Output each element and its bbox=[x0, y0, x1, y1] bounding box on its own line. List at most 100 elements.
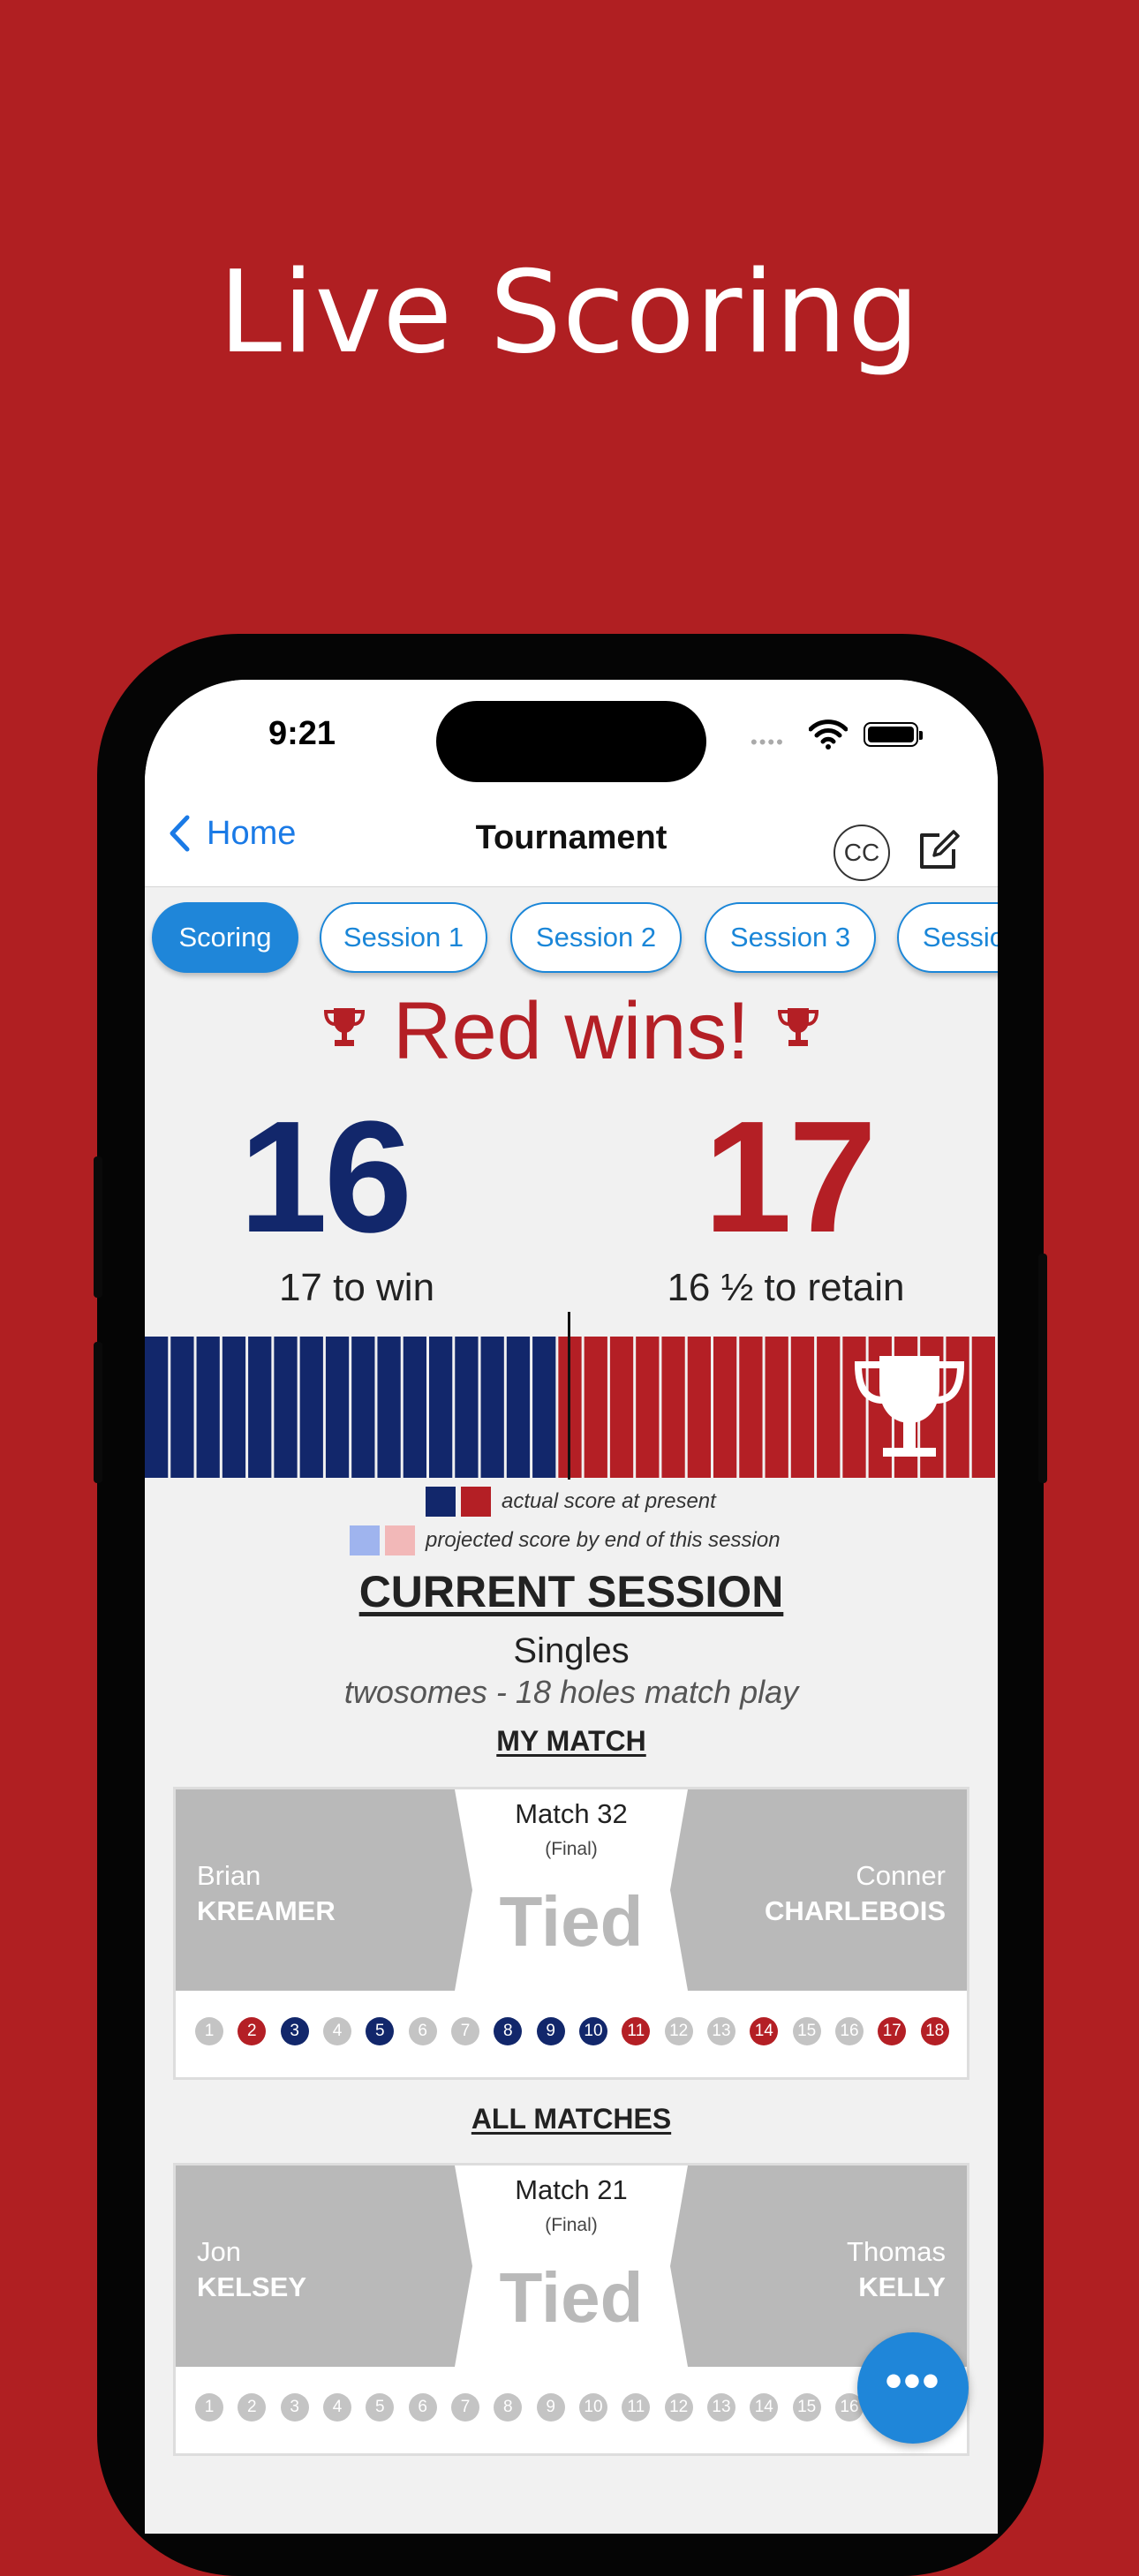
hole-dot: 1 bbox=[195, 2393, 223, 2422]
score-segment-red bbox=[765, 1337, 788, 1478]
hole-dot: 15 bbox=[792, 2017, 821, 2045]
hole-dot: 2 bbox=[238, 2017, 267, 2045]
score-segment-blue bbox=[196, 1337, 220, 1478]
score-segment-red bbox=[946, 1337, 969, 1478]
hole-dot: 9 bbox=[536, 2017, 565, 2045]
hole-dot: 3 bbox=[280, 2393, 309, 2422]
hole-dot: 10 bbox=[579, 2017, 607, 2045]
hole-dot: 11 bbox=[622, 2393, 651, 2422]
signal-icon: •••• bbox=[751, 731, 785, 753]
blue-score-caption: 17 to win bbox=[278, 1266, 435, 1309]
score-segment-blue bbox=[506, 1337, 531, 1478]
match-card-my-match[interactable]: Brian KREAMER Conner CHARLEBOIS Match 32… bbox=[173, 1787, 969, 2080]
score-segment-red bbox=[661, 1337, 685, 1478]
match-title: Match 21 bbox=[515, 2174, 628, 2205]
hole-dot: 7 bbox=[451, 2017, 479, 2045]
hole-dot: 16 bbox=[835, 2017, 864, 2045]
tab-session-2[interactable]: Session 2 bbox=[510, 902, 682, 973]
win-threshold-line bbox=[568, 1312, 570, 1480]
hole-dot: 8 bbox=[494, 2017, 523, 2045]
my-match-heading: MY MATCH bbox=[496, 1725, 646, 1757]
hole-results: 1 2 3 4 5 6 7 8 9 10 11 12 13 14 15 16 bbox=[188, 2393, 956, 2425]
score-segment-blue bbox=[274, 1337, 298, 1478]
score-segment-red bbox=[817, 1337, 841, 1478]
legend-swatch-blue bbox=[426, 1487, 456, 1517]
red-score: 17 bbox=[703, 1088, 877, 1266]
hole-dot: 10 bbox=[579, 2393, 607, 2422]
hole-dot: 6 bbox=[408, 2393, 437, 2422]
hole-dot: 9 bbox=[536, 2393, 565, 2422]
hole-dot: 5 bbox=[366, 2393, 395, 2422]
more-icon: ••• bbox=[885, 2354, 941, 2407]
session-tabs: Scoring Session 1 Session 2 Session 3 Se… bbox=[145, 892, 998, 980]
wifi-icon bbox=[809, 719, 848, 749]
hole-dot: 15 bbox=[792, 2393, 821, 2422]
hole-dot: 11 bbox=[622, 2017, 651, 2045]
hole-dot: 12 bbox=[664, 2393, 693, 2422]
score-segment-blue bbox=[299, 1337, 323, 1478]
session-type: Singles bbox=[513, 1631, 630, 1670]
cc-button[interactable]: CC bbox=[834, 825, 890, 881]
dynamic-island bbox=[436, 701, 706, 782]
match-card-21[interactable]: Jon KELSEY Thomas KELLY Match 21 (Final)… bbox=[173, 2163, 969, 2456]
match-status: (Final) bbox=[545, 1839, 598, 1859]
hole-dot: 8 bbox=[494, 2393, 523, 2422]
score-segment-blue bbox=[532, 1337, 556, 1478]
more-actions-button[interactable]: ••• bbox=[857, 2332, 969, 2444]
all-matches-heading: ALL MATCHES bbox=[471, 2103, 672, 2135]
blue-score: 16 bbox=[238, 1088, 412, 1266]
hole-dot: 1 bbox=[195, 2017, 223, 2045]
match-result: Tied bbox=[499, 2258, 644, 2337]
hole-dot: 17 bbox=[878, 2017, 907, 2045]
tab-session-3[interactable]: Session 3 bbox=[705, 902, 876, 973]
score-segment-blue bbox=[480, 1337, 504, 1478]
hole-dot: 6 bbox=[408, 2017, 437, 2045]
hole-dot: 13 bbox=[707, 2393, 735, 2422]
score-segment-blue bbox=[429, 1337, 453, 1478]
score-segment-red bbox=[584, 1337, 607, 1478]
score-segment-red bbox=[971, 1337, 995, 1478]
hole-dot: 4 bbox=[323, 2017, 351, 2045]
current-session-heading: CURRENT SESSION bbox=[358, 1567, 784, 1616]
score-segment-blue bbox=[145, 1337, 169, 1478]
score-bar bbox=[145, 1337, 995, 1478]
score-segment-blue bbox=[222, 1337, 246, 1478]
trophy-icon bbox=[777, 1008, 819, 1046]
battery-icon bbox=[864, 722, 923, 747]
hole-dot: 4 bbox=[323, 2393, 351, 2422]
score-segment-blue bbox=[325, 1337, 350, 1478]
side-button bbox=[94, 1342, 102, 1483]
score-segment-red bbox=[636, 1337, 660, 1478]
hole-results: 1 2 3 4 5 6 7 8 9 10 11 12 13 14 15 16 17 18 bbox=[188, 2017, 956, 2049]
match-title: Match 32 bbox=[515, 1798, 628, 1829]
hole-dot: 3 bbox=[280, 2017, 309, 2045]
hole-dot: 12 bbox=[664, 2017, 693, 2045]
side-button bbox=[94, 1156, 102, 1298]
status-bar: 9:21 •••• bbox=[145, 680, 998, 795]
hole-dot: 14 bbox=[750, 2017, 779, 2045]
hole-dot: 13 bbox=[707, 2017, 735, 2045]
tab-scoring[interactable]: Scoring bbox=[152, 902, 298, 973]
hole-dot: 5 bbox=[366, 2017, 395, 2045]
score-segment-blue bbox=[377, 1337, 401, 1478]
score-segment-blue bbox=[455, 1337, 479, 1478]
match-result: Tied bbox=[499, 1882, 644, 1961]
score-segment-red bbox=[609, 1337, 634, 1478]
legend-swatch-red bbox=[461, 1487, 491, 1517]
hole-dot: 14 bbox=[750, 2393, 779, 2422]
tab-session-4[interactable]: Session 4 bbox=[897, 902, 998, 973]
score-segment-red bbox=[687, 1337, 711, 1478]
legend-swatch-projected-blue bbox=[350, 1525, 380, 1555]
legend-actual-label: actual score at present bbox=[502, 1489, 716, 1513]
status-time: 9:21 bbox=[268, 715, 336, 752]
tab-session-1[interactable]: Session 1 bbox=[320, 902, 487, 973]
score-segment-red bbox=[739, 1337, 763, 1478]
legend-projected: projected score by end of this session bbox=[350, 1525, 781, 1555]
result-text: Red wins! bbox=[393, 986, 750, 1076]
legend-swatch-projected-red bbox=[385, 1525, 415, 1555]
compose-icon[interactable] bbox=[913, 826, 962, 876]
legend-projected-label: projected score by end of this session bbox=[426, 1528, 781, 1552]
score-segment-blue bbox=[248, 1337, 272, 1478]
score-segment-red bbox=[713, 1337, 737, 1478]
nav-bar: Home Tournament CC bbox=[145, 795, 998, 887]
